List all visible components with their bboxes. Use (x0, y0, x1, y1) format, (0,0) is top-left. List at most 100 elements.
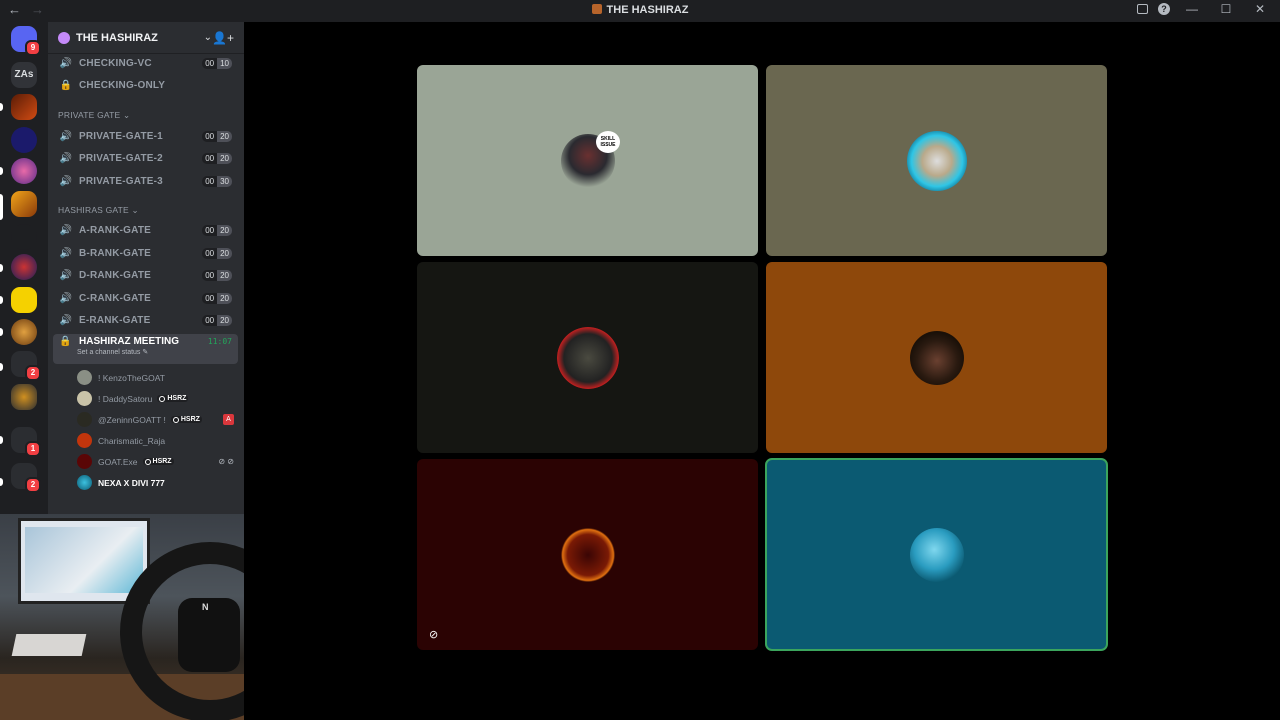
user-limit-badge: 00 30 (202, 175, 232, 187)
discord-home-icon[interactable]: 9 (11, 26, 41, 56)
voice-channel-private-gate-3[interactable]: 🔊 PRIVATE-GATE-3 00 30 (48, 170, 238, 193)
user-limit-badge: 00 20 (202, 292, 232, 304)
unread-pill (0, 436, 3, 444)
voice-channel-b-rank-gate[interactable]: 🔊 B-RANK-GATE 00 20 (48, 242, 238, 265)
server-tag-badge: HSRZ (157, 395, 189, 402)
channel-name: B-RANK-GATE (79, 247, 152, 259)
guild-folder-1[interactable]: 2 (11, 351, 41, 381)
guild-icon-8[interactable] (11, 287, 37, 313)
user-name: ! KenzoTheGOAT (98, 372, 165, 383)
window-title: THE HASHIRAZ (0, 4, 1280, 16)
unread-pill (0, 296, 3, 304)
user-limit-badge: 00 20 (202, 247, 232, 259)
server-boost-icon (58, 31, 70, 44)
guild-folder-3[interactable]: 1 (11, 427, 41, 457)
guild-folder-4[interactable]: 2 (11, 463, 41, 493)
voice-user-charismatic-raja[interactable]: Charismatic_Raja (48, 430, 244, 451)
guild-icon-7[interactable] (11, 254, 37, 280)
channel-name: CHECKING-ONLY (79, 80, 166, 92)
voice-channel-e-rank-gate[interactable]: 🔊 E-RANK-GATE 00 20 (48, 310, 238, 333)
inbox-icon[interactable] (1137, 4, 1148, 14)
user-limit-badge: 00 20 (202, 315, 232, 327)
avatar (77, 454, 92, 469)
channel-name: CHECKING-VC (79, 57, 152, 69)
guild-folder-2[interactable] (11, 384, 37, 410)
participant-avatar (906, 130, 967, 191)
participant-tile-2[interactable] (766, 65, 1107, 256)
guild-icon-9[interactable] (11, 319, 37, 345)
channel-sidebar: THE HASHIRAZ ⌄ 👤+ 🔊 CHECKING-VC 00 10 🔒 C… (48, 22, 244, 514)
participant-tile-4[interactable] (766, 262, 1107, 453)
window-title-text: THE HASHIRAZ (606, 4, 689, 16)
guild-icon-6[interactable] (11, 224, 37, 250)
invite-user-icon[interactable]: 👤+ (212, 31, 234, 45)
voice-user-zeninn[interactable]: @ZeninnGOATT ! HSRZ A (48, 409, 244, 430)
avatar (77, 391, 92, 406)
server-header[interactable]: THE HASHIRAZ ⌄ 👤+ (48, 22, 244, 54)
user-name: @ZeninnGOATT ! (98, 414, 166, 425)
deafened-icon: ⊘ (429, 629, 439, 641)
server-name: THE HASHIRAZ (76, 31, 158, 44)
speaker-icon: 🔊 (59, 247, 73, 259)
chevron-down-icon: ⌄ (203, 32, 213, 43)
webcam-wheel-hub (178, 598, 240, 672)
voice-stage: ⊘ SKILL ISSUE (244, 22, 1280, 720)
set-channel-status[interactable]: Set a channel status ✎ (77, 348, 232, 356)
participant-tile-3[interactable] (417, 262, 758, 453)
skill-issue-bubble: SKILL ISSUE (596, 131, 620, 153)
speaker-icon: 🔊 (59, 225, 73, 237)
voice-user-nexa-x-divi[interactable]: NEXA X DIVI 777 (48, 472, 244, 493)
guild-the-hashiraz[interactable] (11, 191, 37, 217)
voice-user-goat-exe[interactable]: GOAT.Exe HSRZ ⊘ ⊘ (48, 451, 244, 472)
category-private-gate[interactable]: PRIVATE GATE ⌄ (48, 97, 244, 125)
webcam-keyboard (11, 634, 87, 656)
voice-channel-d-rank-gate[interactable]: 🔊 D-RANK-GATE 00 20 (48, 265, 238, 288)
close-button[interactable]: ✕ (1248, 2, 1272, 16)
server-tag-badge: HSRZ (170, 416, 202, 423)
minimize-button[interactable]: — (1180, 2, 1204, 16)
guild-zas[interactable]: ZAs (11, 62, 37, 88)
guild-icon-4[interactable] (11, 158, 37, 184)
avatar (77, 433, 92, 448)
unread-pill (0, 103, 3, 111)
voice-channel-checking-only[interactable]: 🔒 CHECKING-ONLY (48, 75, 238, 98)
avatar (77, 412, 92, 427)
unread-pill (0, 363, 3, 371)
channel-name: HASHIRAZ MEETING (79, 336, 179, 347)
guild-notification-badge: 2 (25, 365, 41, 381)
guild-icon-2[interactable] (11, 94, 37, 120)
channel-name: PRIVATE-GATE-1 (79, 130, 163, 142)
channel-name: E-RANK-GATE (79, 315, 151, 327)
participant-avatar (558, 525, 617, 584)
voice-user-kenzo[interactable]: ! KenzoTheGOAT (48, 367, 244, 388)
participant-tile-5[interactable]: ⊘ (417, 459, 758, 650)
user-limit-badge: 00 20 (202, 225, 232, 237)
title-bar: ← → THE HASHIRAZ ? — ☐ ✕ (0, 0, 1280, 22)
participant-avatar (556, 326, 619, 389)
guild-icon-3[interactable] (11, 127, 37, 153)
voice-channel-checking-vc[interactable]: 🔊 CHECKING-VC 00 10 (48, 52, 238, 75)
maximize-button[interactable]: ☐ (1214, 2, 1238, 16)
voice-channel-c-rank-gate[interactable]: 🔊 C-RANK-GATE 00 20 (48, 287, 238, 310)
speaker-icon: 🔊 (59, 292, 73, 304)
user-limit-badge: 00 20 (202, 270, 232, 282)
speaker-icon: 🔊 (59, 175, 73, 187)
guild-notification-badge: 2 (25, 477, 41, 493)
user-name: ! DaddySatoru (98, 393, 153, 404)
voice-channel-hashiraz-meeting[interactable]: 🔒 HASHIRAZ MEETING 11:07 Set a channel s… (53, 334, 238, 364)
lock-icon: 🔒 (59, 80, 73, 92)
user-name: Charismatic_Raja (98, 435, 166, 446)
channel-name: PRIVATE-GATE-2 (79, 153, 163, 165)
voice-channel-private-gate-2[interactable]: 🔊 PRIVATE-GATE-2 00 20 (48, 148, 238, 171)
category-hashiras-gate[interactable]: HASHIRAS GATE ⌄ (48, 193, 244, 220)
voice-channel-private-gate-1[interactable]: 🔊 PRIVATE-GATE-1 00 20 (48, 125, 238, 148)
voice-user-daddysatoru[interactable]: ! DaddySatoru HSRZ (48, 388, 244, 409)
participant-tile-1[interactable] (417, 65, 758, 256)
participant-tile-6-speaking[interactable] (765, 458, 1108, 651)
channel-name: D-RANK-GATE (79, 270, 152, 282)
help-icon[interactable]: ? (1158, 3, 1170, 15)
voice-channel-a-rank-gate[interactable]: 🔊 A-RANK-GATE 00 20 (48, 220, 238, 243)
channel-name: A-RANK-GATE (79, 225, 152, 237)
user-limit-badge: 00 20 (202, 153, 232, 165)
speaker-icon: 🔊 (59, 153, 73, 165)
